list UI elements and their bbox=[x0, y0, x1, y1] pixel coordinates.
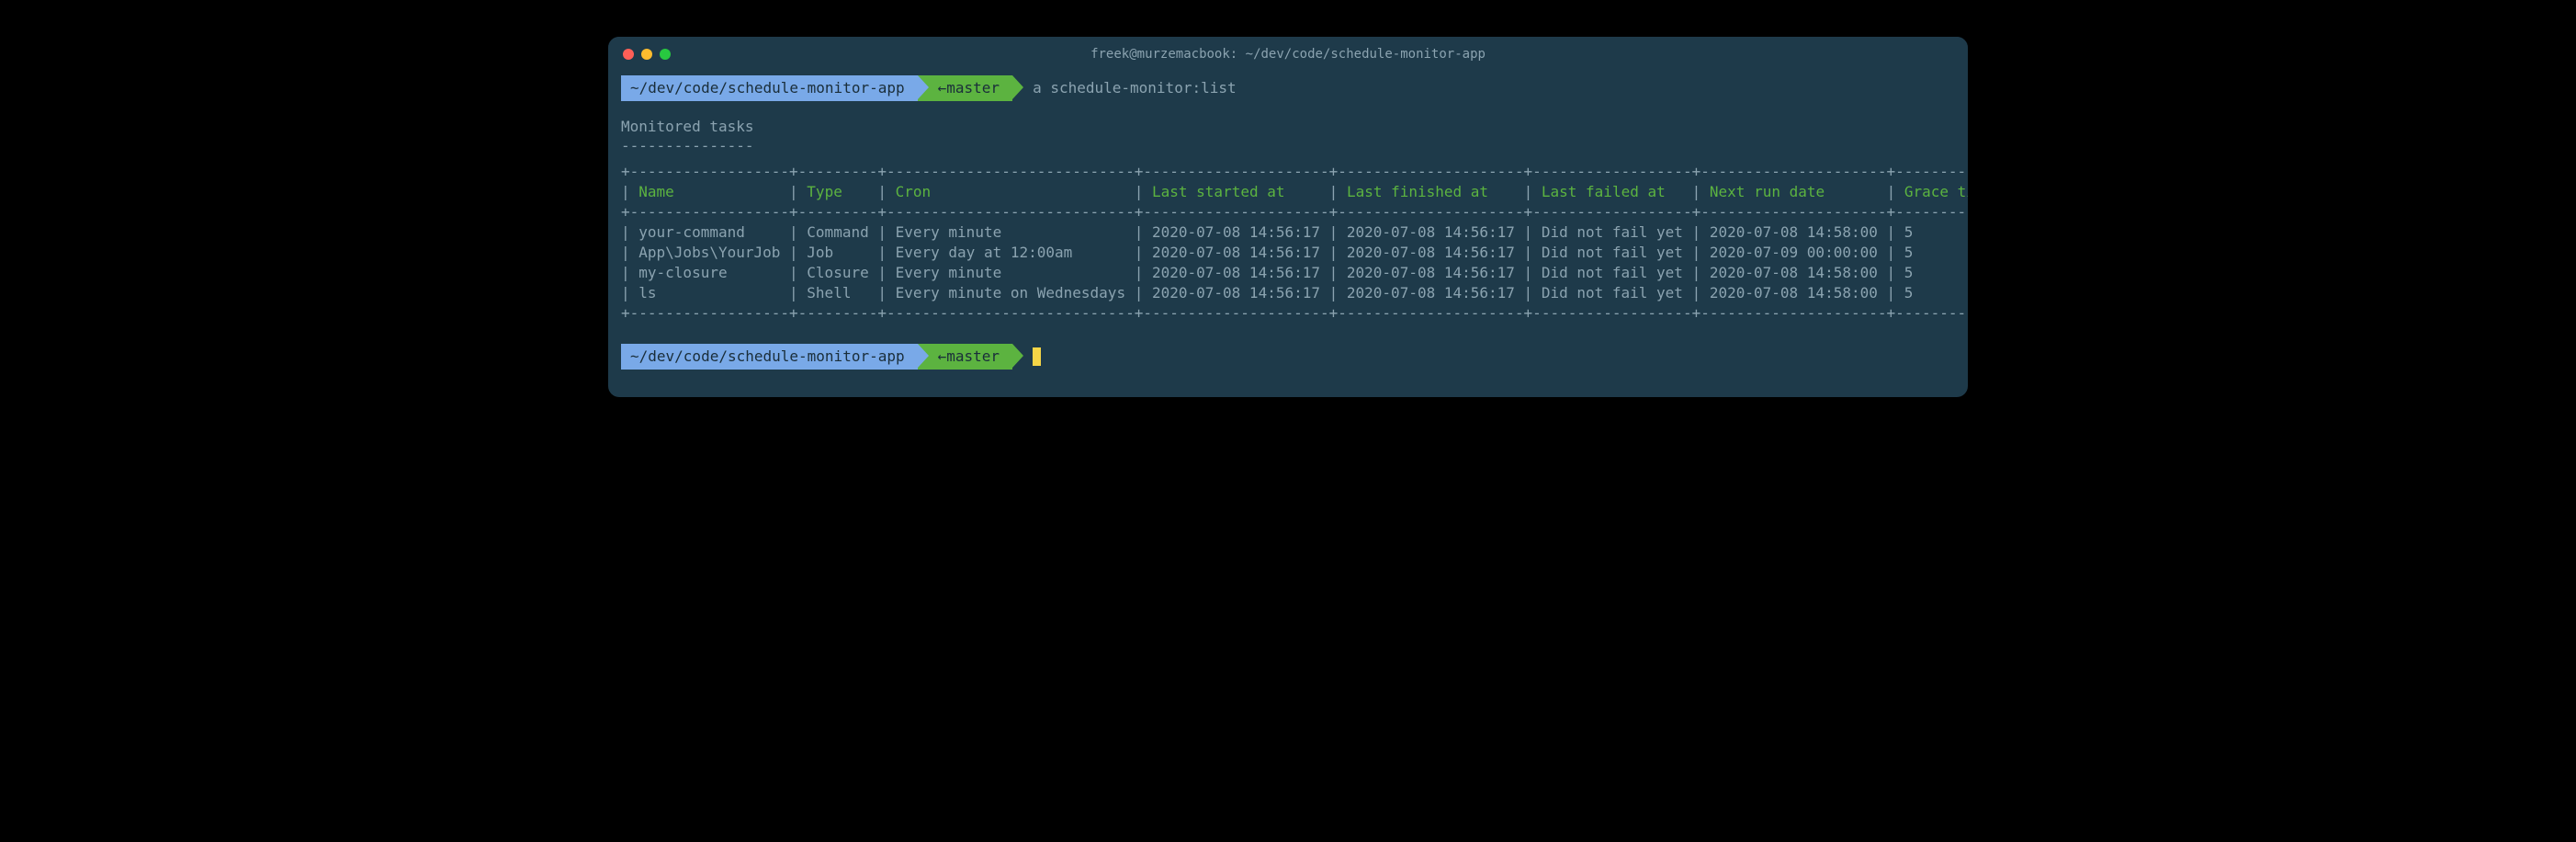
prompt-path: ~/dev/code/schedule-monitor-app bbox=[621, 344, 918, 370]
window-title: freek@murzemacbook: ~/dev/code/schedule-… bbox=[1090, 47, 1486, 62]
terminal-body[interactable]: ~/dev/code/schedule-monitor-app ←master … bbox=[608, 72, 1968, 397]
table-border: +------------------+---------+----------… bbox=[621, 202, 1955, 222]
output-table: +------------------+---------+----------… bbox=[621, 162, 1955, 324]
output-underline: --------------- bbox=[621, 137, 1955, 154]
close-icon[interactable] bbox=[623, 49, 634, 60]
prompt-branch: ←master bbox=[918, 75, 1012, 101]
output-title: Monitored tasks bbox=[621, 118, 1955, 135]
minimize-icon[interactable] bbox=[641, 49, 652, 60]
table-row: | your-command | Command | Every minute … bbox=[621, 222, 1955, 243]
prompt-path: ~/dev/code/schedule-monitor-app bbox=[621, 75, 918, 101]
table-border: +------------------+---------+----------… bbox=[621, 162, 1955, 182]
titlebar: freek@murzemacbook: ~/dev/code/schedule-… bbox=[608, 37, 1968, 72]
table-row: | App\Jobs\YourJob | Job | Every day at … bbox=[621, 243, 1955, 263]
traffic-lights bbox=[623, 49, 671, 60]
maximize-icon[interactable] bbox=[660, 49, 671, 60]
table-header-row: | Name | Type | Cron | Last started at |… bbox=[621, 182, 1955, 202]
prompt-line-2: ~/dev/code/schedule-monitor-app ←master bbox=[621, 344, 1955, 370]
prompt-branch: ←master bbox=[918, 344, 1012, 370]
terminal-window: freek@murzemacbook: ~/dev/code/schedule-… bbox=[608, 37, 1968, 397]
table-row: | ls | Shell | Every minute on Wednesday… bbox=[621, 283, 1955, 303]
prompt-line-1: ~/dev/code/schedule-monitor-app ←master … bbox=[621, 75, 1955, 101]
table-border: +------------------+---------+----------… bbox=[621, 303, 1955, 324]
cursor bbox=[1033, 347, 1041, 366]
table-row: | my-closure | Closure | Every minute | … bbox=[621, 263, 1955, 283]
prompt-command: a schedule-monitor:list bbox=[1033, 76, 1237, 100]
